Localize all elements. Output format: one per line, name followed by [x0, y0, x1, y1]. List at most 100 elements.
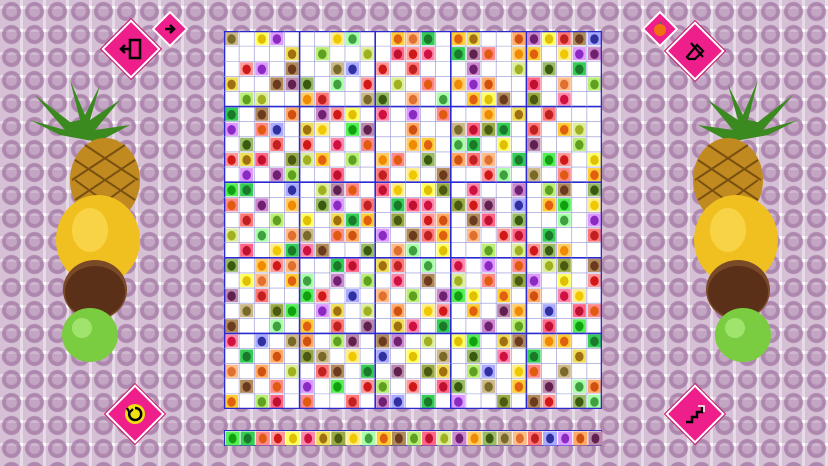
olive-icon: [499, 397, 508, 407]
grape-icon: [302, 381, 312, 392]
apple-icon: [529, 124, 539, 135]
tray-piece-watermelon[interactable]: [240, 431, 255, 446]
strawberry-icon: [423, 200, 433, 211]
watermelon-icon: [242, 185, 251, 196]
watermelon-icon: [348, 215, 357, 226]
avocado-icon: [575, 397, 584, 407]
pear-icon: [227, 230, 236, 241]
eraser-icon: [685, 42, 705, 61]
plum-icon: [272, 170, 282, 180]
pear-icon: [287, 366, 297, 377]
avocado-icon: [544, 245, 554, 256]
papaya-icon: [287, 109, 297, 120]
melon-icon: [364, 433, 373, 444]
restart-button[interactable]: [105, 384, 165, 444]
stairs-icon: [686, 405, 705, 424]
greenapple-icon: [287, 306, 297, 317]
tomato-icon: [439, 306, 448, 317]
papaya-icon: [590, 381, 599, 392]
mango-icon: [469, 306, 478, 317]
tray-piece-kiwi[interactable]: [497, 431, 512, 446]
carrot-icon: [257, 124, 267, 135]
pear-icon: [454, 276, 463, 286]
carrot-icon: [272, 381, 282, 392]
tray-piece-plum[interactable]: [452, 431, 467, 446]
greenapple-icon: [575, 321, 584, 332]
cherry-icon: [333, 170, 342, 180]
lemon-icon: [408, 170, 418, 180]
tray-piece-olive[interactable]: [331, 431, 346, 446]
coconut-icon: [227, 321, 236, 332]
tray-piece-grape[interactable]: [558, 431, 573, 446]
apple-icon: [257, 291, 267, 301]
tray-piece-carrot[interactable]: [255, 431, 270, 446]
hint-button[interactable]: [665, 384, 725, 444]
cherry-icon: [544, 321, 554, 332]
greenapple-icon: [544, 155, 554, 165]
lemon-icon: [575, 291, 584, 301]
tray-piece-peach[interactable]: [512, 431, 527, 446]
watermelon-icon: [469, 140, 478, 150]
sudoku-board[interactable]: [224, 31, 602, 409]
tray-piece-pear[interactable]: [437, 431, 452, 446]
greenapple-icon: [469, 336, 478, 347]
tomato-icon: [499, 230, 508, 241]
next-button[interactable]: [151, 10, 189, 48]
tomato-icon: [227, 155, 236, 165]
coconut-icon: [423, 276, 433, 286]
coconut-icon: [575, 34, 584, 44]
sudoku-grid[interactable]: [224, 31, 602, 409]
fruit-tray-pieces[interactable]: [225, 431, 603, 447]
mango-icon: [439, 230, 448, 241]
banana-icon: [289, 433, 298, 444]
tray-piece-cherry[interactable]: [422, 431, 437, 446]
tray-piece-avocado[interactable]: [482, 431, 497, 446]
greenapple-icon: [454, 291, 463, 301]
strawberry-icon: [408, 321, 418, 332]
apple-icon: [272, 140, 282, 150]
fig-icon: [544, 381, 554, 392]
tray-piece-lemon[interactable]: [346, 431, 361, 446]
grape-icon: [333, 200, 342, 211]
tomato-icon: [544, 397, 554, 407]
tray-piece-blueberry[interactable]: [543, 431, 558, 446]
tray-piece-strawberry[interactable]: [301, 431, 316, 446]
tray-piece-greenapple[interactable]: [225, 431, 240, 446]
tray-piece-banana[interactable]: [285, 431, 301, 446]
tray-piece-coconut[interactable]: [391, 431, 406, 446]
cherry-icon: [348, 261, 357, 271]
banana-icon: [302, 215, 312, 226]
strawberry-icon: [454, 261, 463, 271]
pear-icon: [363, 49, 372, 60]
fig-icon: [348, 336, 357, 347]
tray-piece-papaya[interactable]: [573, 431, 588, 446]
tray-piece-apple[interactable]: [527, 431, 543, 446]
tomato-icon: [469, 200, 478, 211]
peach-icon: [287, 230, 297, 241]
orange-icon: [302, 94, 312, 105]
tomato-icon: [408, 381, 418, 392]
pear-icon: [514, 64, 524, 75]
tray-piece-lime[interactable]: [406, 431, 422, 446]
watermelon-icon: [423, 397, 433, 407]
tray-piece-tomato[interactable]: [270, 431, 285, 446]
tray-piece-orange[interactable]: [467, 431, 482, 446]
tomato-icon: [590, 276, 599, 286]
tray-piece-melon[interactable]: [361, 431, 376, 446]
watermelon-icon: [287, 245, 297, 256]
lime-icon: [484, 245, 493, 256]
fruit-tray[interactable]: [224, 430, 603, 447]
carrot-icon: [529, 366, 539, 377]
tray-piece-pineapple[interactable]: [316, 431, 331, 446]
olive-icon: [484, 124, 493, 135]
fig-icon: [469, 49, 478, 60]
grape-icon: [484, 261, 493, 271]
tray-piece-mango[interactable]: [376, 431, 391, 446]
apple-icon: [469, 155, 478, 165]
carrot-icon: [302, 397, 312, 407]
cherry-icon: [469, 124, 478, 135]
lime-icon: [257, 397, 267, 407]
tray-piece-fig[interactable]: [588, 431, 603, 446]
lime-icon: [287, 170, 297, 180]
melon-icon: [439, 94, 448, 105]
